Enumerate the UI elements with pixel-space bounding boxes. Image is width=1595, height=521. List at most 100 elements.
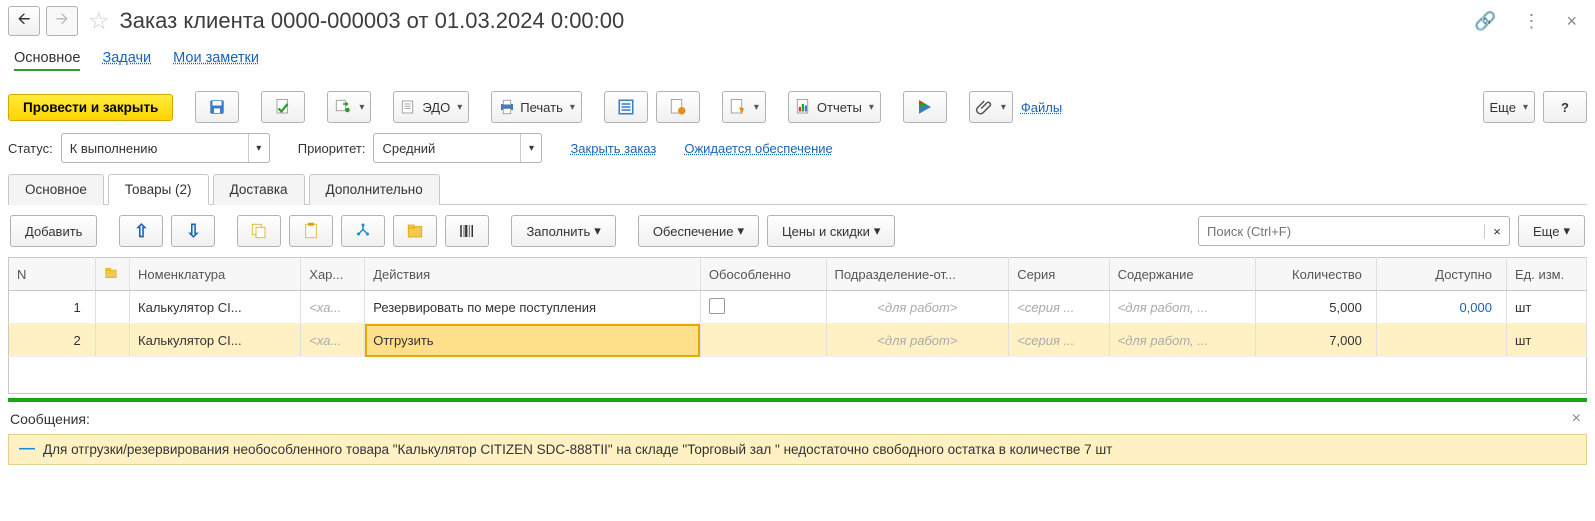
files-link[interactable]: Файлы — [1021, 100, 1062, 115]
arrow-down-icon: ⇩ — [186, 221, 201, 242]
fill-label: Заполнить — [526, 224, 590, 239]
copy-button[interactable] — [237, 215, 281, 247]
paste-icon — [302, 222, 320, 240]
doc-button-2[interactable] — [656, 91, 700, 123]
help-button[interactable]: ? — [1543, 91, 1587, 123]
col-qty[interactable]: Количество — [1255, 258, 1376, 291]
save-button[interactable] — [195, 91, 239, 123]
col-series[interactable]: Серия — [1009, 258, 1109, 291]
floppy-icon — [208, 98, 226, 116]
barcode-button[interactable] — [445, 215, 489, 247]
checkbox[interactable] — [709, 298, 725, 314]
supply-label: Обеспечение — [653, 224, 734, 239]
cell-division[interactable]: <для работ> — [826, 291, 1009, 324]
cell-separate[interactable] — [700, 324, 826, 357]
post-button[interactable] — [261, 91, 305, 123]
cell-nomenclature[interactable]: Калькулятор CI... — [130, 324, 301, 357]
create-based-on-button[interactable]: ▾ — [327, 91, 371, 123]
cell-available[interactable] — [1376, 324, 1506, 357]
status-select[interactable]: К выполнению ▾ — [61, 133, 270, 163]
col-n[interactable]: N — [9, 258, 96, 291]
prices-button[interactable]: Цены и скидки ▾ — [767, 215, 895, 247]
cell-n[interactable]: 1 — [9, 291, 96, 324]
cell-nomenclature[interactable]: Калькулятор CI... — [130, 291, 301, 324]
edo-button[interactable]: ЭДО ▾ — [393, 91, 469, 123]
cell-qty[interactable]: 5,000 — [1255, 291, 1376, 324]
status-value: К выполнению — [62, 141, 248, 156]
printer-icon — [498, 98, 516, 116]
link-icon[interactable]: 🔗 — [1464, 11, 1506, 32]
cell-series[interactable]: <серия ... — [1009, 324, 1109, 357]
doc-button-3[interactable]: ▾ — [722, 91, 766, 123]
col-available[interactable]: Доступно — [1376, 258, 1506, 291]
doc-button-1[interactable] — [604, 91, 648, 123]
move-down-button[interactable]: ⇩ — [171, 215, 215, 247]
cell-content[interactable]: <для работ, ... — [1109, 324, 1255, 357]
doc-arrows-icon — [334, 98, 352, 116]
attach-button[interactable]: ▾ — [969, 91, 1013, 123]
tri-color-button[interactable] — [903, 91, 947, 123]
nav-tab-tasks[interactable]: Задачи — [102, 50, 151, 71]
distribute-button[interactable] — [341, 215, 385, 247]
folder-button[interactable] — [393, 215, 437, 247]
message-item[interactable]: — Для отгрузки/резервирования необособле… — [8, 434, 1587, 465]
cell-content[interactable]: <для работ, ... — [1109, 291, 1255, 324]
post-and-close-button[interactable]: Провести и закрыть — [8, 94, 173, 121]
nav-back-button[interactable]: 🡨 — [8, 6, 40, 36]
cell-icon[interactable] — [95, 324, 129, 357]
cell-char[interactable]: <ха... — [301, 324, 365, 357]
cell-series[interactable]: <серия ... — [1009, 291, 1109, 324]
nav-forward-button[interactable]: 🡪 — [46, 6, 78, 36]
nav-tab-notes[interactable]: Мои заметки — [173, 50, 259, 71]
col-nomenclature[interactable]: Номенклатура — [130, 258, 301, 291]
cell-unit[interactable]: шт — [1506, 324, 1586, 357]
cell-icon[interactable] — [95, 291, 129, 324]
supply-expected-link[interactable]: Ожидается обеспечение — [684, 141, 832, 156]
supply-button[interactable]: Обеспечение ▾ — [638, 215, 759, 247]
cell-separate[interactable] — [700, 291, 826, 324]
col-actions[interactable]: Действия — [365, 258, 701, 291]
cell-unit[interactable]: шт — [1506, 291, 1586, 324]
tab-main[interactable]: Основное — [8, 174, 104, 205]
cell-char[interactable]: <ха... — [301, 291, 365, 324]
col-separate[interactable]: Обособленно — [700, 258, 826, 291]
tab-extra[interactable]: Дополнительно — [309, 174, 440, 205]
grid-more-label: Еще — [1533, 224, 1559, 239]
tab-delivery[interactable]: Доставка — [213, 174, 305, 205]
paste-button[interactable] — [289, 215, 333, 247]
nav-tab-main[interactable]: Основное — [14, 50, 80, 71]
more-button[interactable]: Еще ▾ — [1483, 91, 1535, 123]
move-up-button[interactable]: ⇧ — [119, 215, 163, 247]
chevron-down-icon[interactable]: ▾ — [248, 134, 269, 162]
col-char[interactable]: Хар... — [301, 258, 365, 291]
search-input[interactable] — [1199, 224, 1484, 239]
reports-button[interactable]: Отчеты ▾ — [788, 91, 881, 123]
tab-goods[interactable]: Товары (2) — [108, 174, 209, 205]
grid-more-button[interactable]: Еще ▾ — [1518, 215, 1585, 247]
chevron-down-icon[interactable]: ▾ — [520, 134, 541, 162]
search-box[interactable]: × — [1198, 216, 1510, 246]
col-icon[interactable] — [95, 258, 129, 291]
col-unit[interactable]: Ед. изм. — [1506, 258, 1586, 291]
print-button[interactable]: Печать ▾ — [491, 91, 582, 123]
cell-available[interactable]: 0,000 — [1376, 291, 1506, 324]
close-icon[interactable]: × — [1556, 11, 1587, 32]
table-row[interactable]: 2 Калькулятор CI... <ха... Отгрузить <дл… — [9, 324, 1587, 357]
cell-qty[interactable]: 7,000 — [1255, 324, 1376, 357]
cell-action[interactable]: Резервировать по мере поступления — [365, 291, 701, 324]
cell-n[interactable]: 2 — [9, 324, 96, 357]
priority-select[interactable]: Средний ▾ — [373, 133, 542, 163]
cell-division[interactable]: <для работ> — [826, 324, 1009, 357]
close-messages-button[interactable]: × — [1572, 410, 1581, 428]
clear-search-button[interactable]: × — [1484, 224, 1509, 239]
chart-icon — [795, 98, 813, 116]
cell-action[interactable]: Отгрузить — [365, 324, 701, 357]
favorite-star-icon[interactable]: ☆ — [84, 7, 114, 36]
col-division[interactable]: Подразделение-от... — [826, 258, 1009, 291]
col-content[interactable]: Содержание — [1109, 258, 1255, 291]
kebab-menu-icon[interactable]: ⋮ — [1512, 11, 1550, 32]
close-order-link[interactable]: Закрыть заказ — [570, 141, 656, 156]
table-row[interactable]: 1 Калькулятор CI... <ха... Резервировать… — [9, 291, 1587, 324]
fill-button[interactable]: Заполнить ▾ — [511, 215, 615, 247]
add-row-button[interactable]: Добавить — [10, 215, 97, 247]
